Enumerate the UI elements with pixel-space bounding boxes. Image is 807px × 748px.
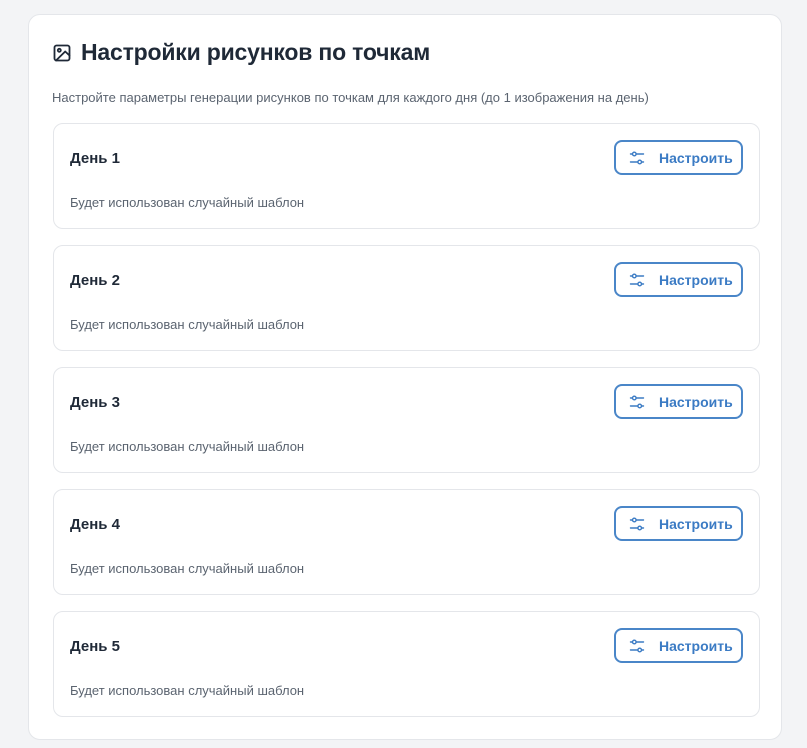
configure-button-label: Настроить — [659, 515, 733, 532]
configure-button[interactable]: Настроить — [614, 628, 743, 663]
day-description: Будет использован случайный шаблон — [70, 317, 305, 332]
day-title: День 5 — [70, 638, 121, 655]
day-description: Будет использован случайный шаблон — [70, 683, 305, 698]
day-description: Будет использован случайный шаблон — [70, 195, 305, 210]
configure-button[interactable]: Настроить — [614, 384, 743, 419]
page-title: Настройки рисунков по точкам — [81, 39, 431, 65]
day-title: День 1 — [70, 150, 121, 167]
sliders-icon — [629, 638, 645, 654]
day-description: Будет использован случайный шаблон — [70, 439, 305, 454]
configure-button[interactable]: Настроить — [614, 506, 743, 541]
configure-button[interactable]: Настроить — [614, 262, 743, 297]
sliders-icon — [629, 150, 645, 166]
day-description: Будет использован случайный шаблон — [70, 561, 305, 576]
configure-button[interactable]: Настроить — [614, 140, 743, 175]
day-card: День 2 Будет использован случайный шабло… — [53, 245, 760, 351]
day-card: День 5 Будет использован случайный шабло… — [53, 611, 760, 717]
image-icon — [53, 44, 71, 62]
sliders-icon — [629, 272, 645, 288]
day-title: День 2 — [70, 272, 121, 289]
day-card: День 3 Будет использован случайный шабло… — [53, 367, 760, 473]
configure-button-label: Настроить — [659, 637, 733, 654]
configure-button-label: Настроить — [659, 271, 733, 288]
page-subtitle: Настройте параметры генерации рисунков п… — [52, 90, 649, 105]
configure-button-label: Настроить — [659, 393, 733, 410]
day-card: День 4 Будет использован случайный шабло… — [53, 489, 760, 595]
day-card: День 1 Будет использован случайный шабло… — [53, 123, 760, 229]
day-list: День 1 Будет использован случайный шабло… — [53, 123, 760, 733]
sliders-icon — [629, 394, 645, 410]
card-header: Настройки рисунков по точкам — [53, 39, 430, 66]
sliders-icon — [629, 516, 645, 532]
day-title: День 4 — [70, 516, 121, 533]
day-title: День 3 — [70, 394, 121, 411]
configure-button-label: Настроить — [659, 149, 733, 166]
dot-drawing-settings-card: Настройки рисунков по точкам Настройте п… — [28, 14, 782, 740]
